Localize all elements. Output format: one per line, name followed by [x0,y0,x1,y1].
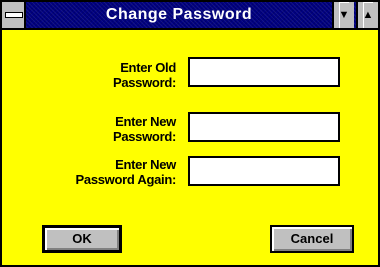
change-password-dialog: Change Password ▼ ▲ Enter Old Password: … [0,0,380,267]
new-password-label: Enter New Password: [6,114,176,144]
maximize-button[interactable]: ▲ [356,2,378,28]
new-password-label-line1: Enter New [115,114,176,129]
confirm-password-field[interactable] [188,156,340,186]
confirm-password-label-line1: Enter New [115,157,176,172]
maximize-arrow-icon: ▲ [363,2,374,28]
old-password-field[interactable] [188,57,340,87]
minimize-arrow-icon: ▼ [339,2,350,28]
old-password-label-line2: Password: [112,75,176,90]
confirm-password-label: Enter New Password Again: [6,157,177,187]
cancel-button[interactable]: Cancel [270,225,354,253]
old-password-label-line1: Enter Old [120,60,176,75]
old-password-label: Enter Old Password: [6,60,176,90]
new-password-label-line2: Password: [112,129,176,144]
system-menu-button[interactable] [2,2,26,28]
window-title: Change Password [105,6,253,23]
new-password-field[interactable] [188,112,340,142]
ok-button[interactable]: OK [42,225,122,253]
minimize-button[interactable]: ▼ [332,2,354,28]
system-menu-icon [5,12,23,18]
title-bar[interactable]: Change Password ▼ ▲ [2,2,378,30]
confirm-password-label-line2: Password Again: [75,172,177,187]
